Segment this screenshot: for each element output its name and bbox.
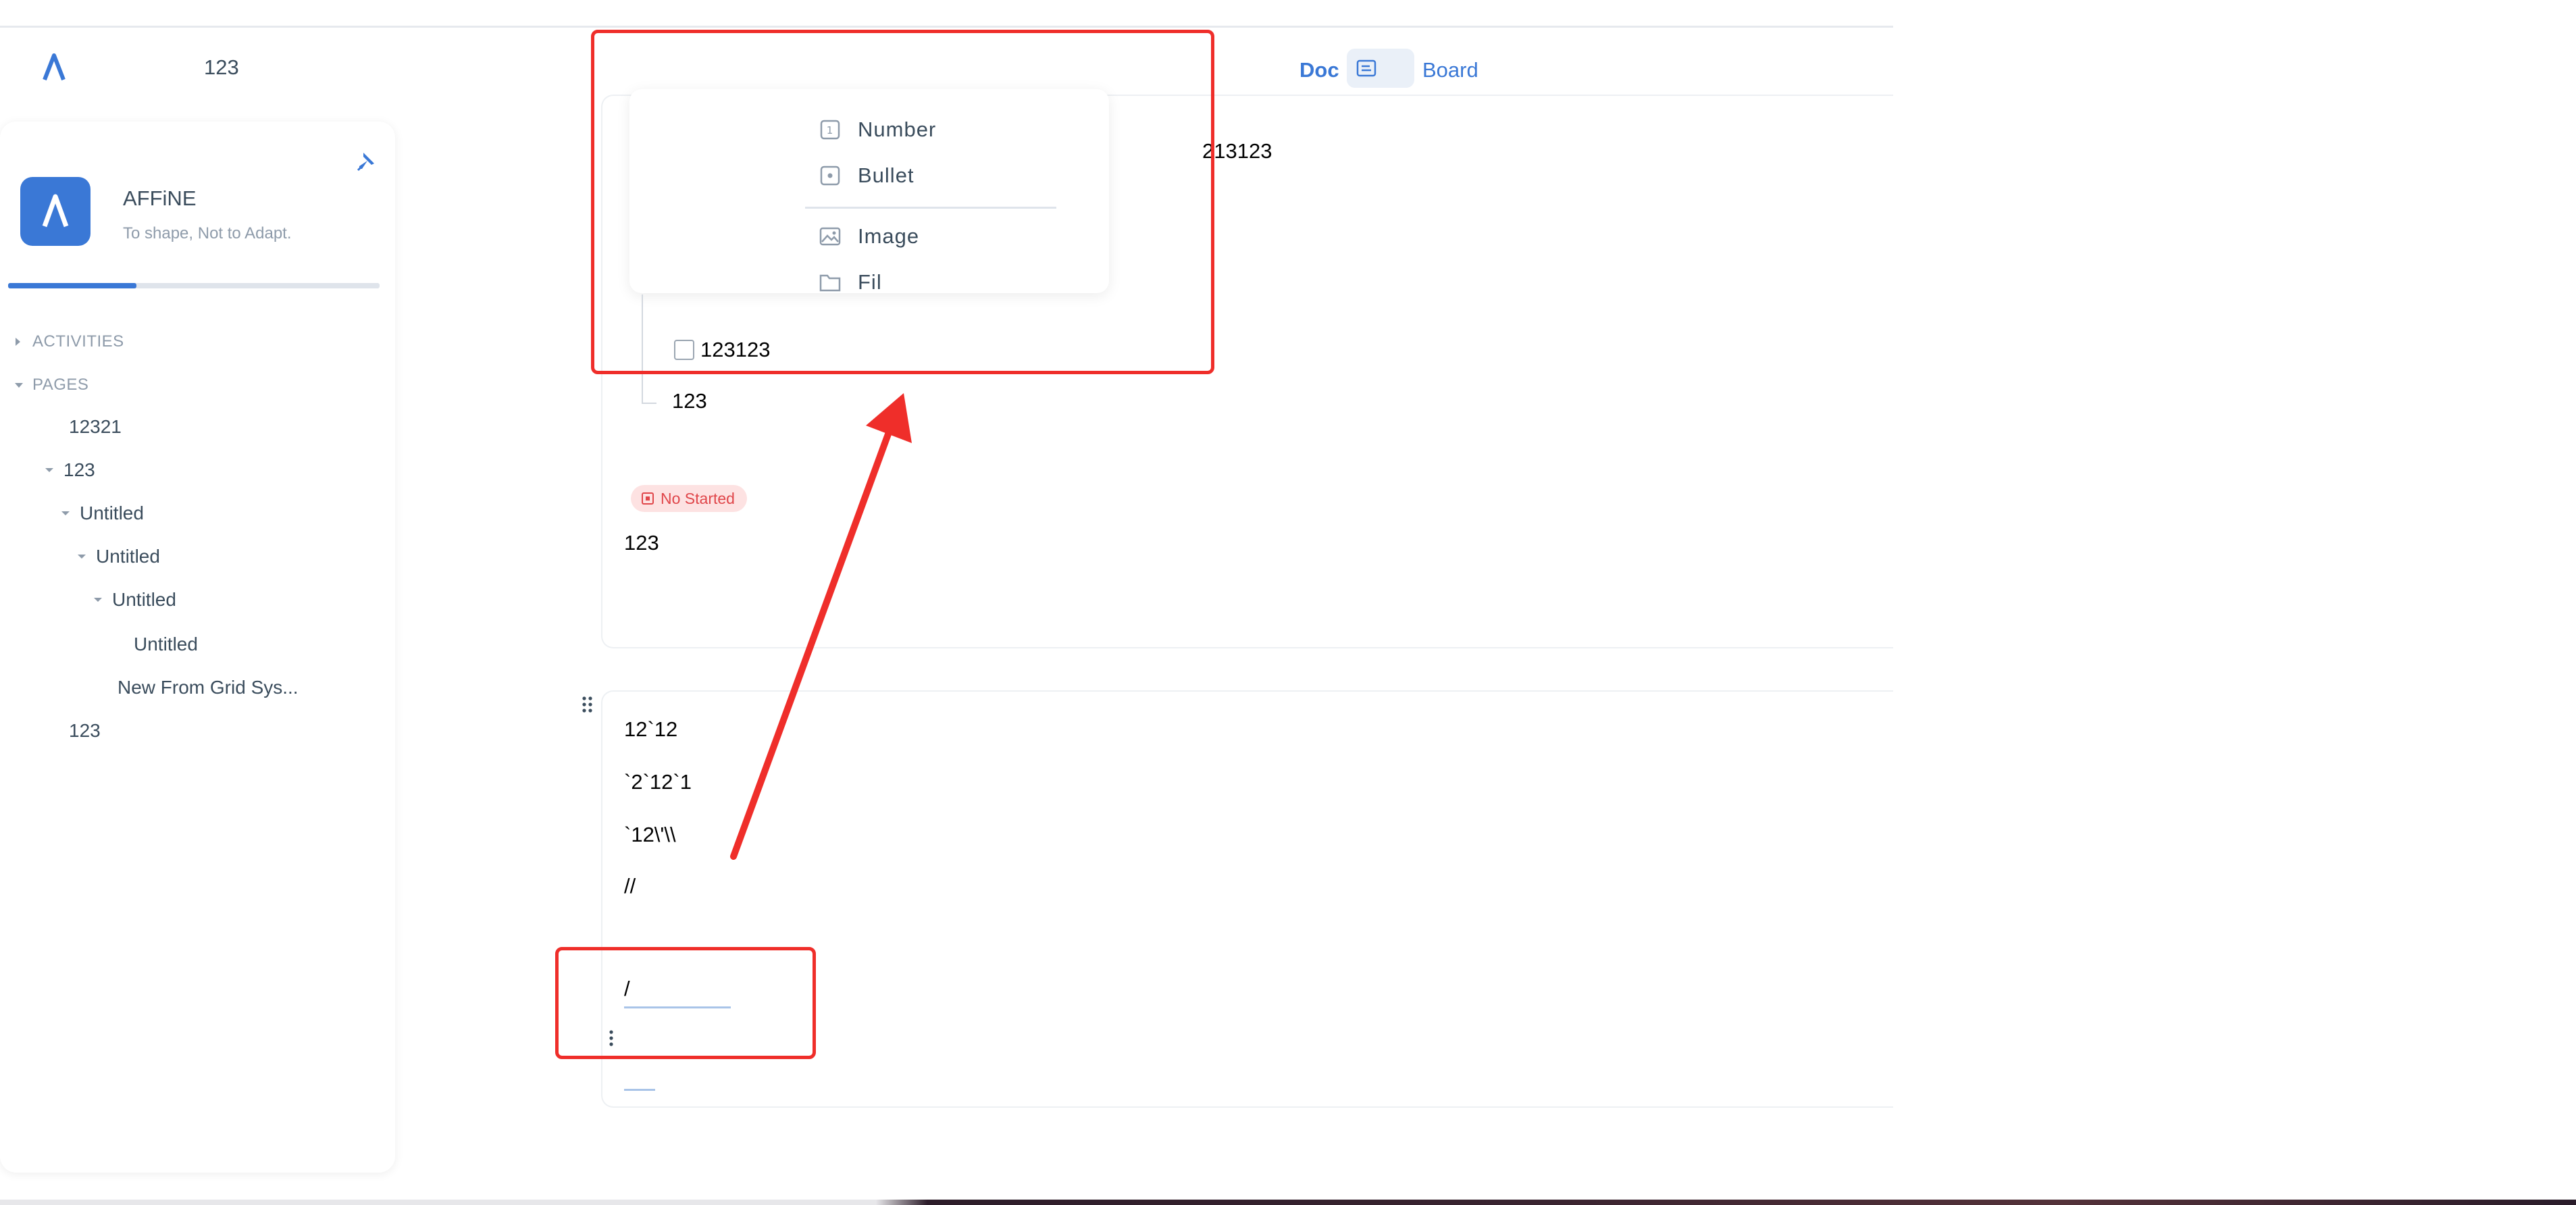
paragraph-text[interactable]: // — [624, 874, 636, 898]
workspace-progress-bar — [8, 283, 380, 288]
page-item[interactable]: 12321 — [69, 416, 122, 438]
page-label: Untitled — [134, 634, 198, 655]
caret-down-icon[interactable] — [39, 467, 59, 473]
page-label: Untitled — [96, 546, 160, 567]
status-badge[interactable]: No Started — [631, 485, 747, 512]
child-text[interactable]: 123 — [672, 389, 707, 413]
input-underline — [624, 1089, 655, 1091]
page-item[interactable]: Untitled — [55, 503, 144, 524]
caret-down-icon[interactable] — [55, 510, 76, 517]
paragraph-text[interactable]: `2`12`1 — [624, 770, 692, 794]
annotation-box — [591, 30, 1214, 374]
drag-handle-icon[interactable] — [581, 694, 594, 715]
affine-logo-icon[interactable] — [41, 53, 68, 82]
section-label: ACTIVITIES — [32, 332, 124, 351]
caret-right-icon — [14, 336, 32, 347]
page-item[interactable]: Untitled — [88, 589, 176, 611]
section-activities[interactable]: ACTIVITIES — [14, 332, 124, 351]
annotation-box — [555, 947, 816, 1059]
page-item[interactable]: New From Grid Sys... — [118, 677, 299, 698]
progress-fill — [8, 283, 136, 288]
caret-down-icon[interactable] — [88, 596, 108, 603]
section-pages[interactable]: PAGES — [14, 376, 88, 394]
caret-down-icon — [14, 381, 32, 389]
board-mode-label[interactable]: Board — [1422, 58, 1478, 82]
status-icon — [642, 492, 654, 505]
paragraph-text[interactable]: 123 — [624, 531, 659, 555]
mode-toggle[interactable] — [1347, 49, 1414, 88]
doc-mode-icon — [1352, 54, 1381, 82]
affine-logo-icon — [42, 194, 69, 228]
page-label: Untitled — [112, 589, 176, 610]
tree-connector — [642, 403, 656, 404]
page-item[interactable]: 123 — [69, 720, 101, 742]
doc-mode-label[interactable]: Doc — [1299, 58, 1339, 82]
top-divider — [0, 26, 1893, 28]
page-label: 123 — [63, 459, 95, 480]
page-label: 123 — [69, 720, 101, 741]
workspace-name[interactable]: AFFiNE — [123, 186, 197, 211]
page-label: New From Grid Sys... — [118, 677, 299, 698]
page-label: Untitled — [80, 503, 144, 523]
page-item[interactable]: 123 — [39, 459, 95, 481]
workspace-slogan: To shape, Not to Adapt. — [123, 224, 292, 242]
section-label: PAGES — [32, 376, 89, 394]
page-item[interactable]: Untitled — [134, 634, 198, 655]
page-label: 12321 — [69, 416, 122, 437]
paragraph-text[interactable]: 12`12 — [624, 717, 677, 742]
page-title: 123 — [204, 55, 239, 79]
paragraph-text[interactable]: `12\'\\ — [624, 823, 676, 847]
status-label: No Started — [661, 489, 735, 507]
page-item[interactable]: Untitled — [72, 546, 160, 567]
pin-icon[interactable] — [354, 150, 378, 174]
workspace-avatar[interactable] — [20, 177, 91, 246]
caret-down-icon[interactable] — [72, 553, 92, 560]
bottom-edge — [0, 1200, 2576, 1205]
